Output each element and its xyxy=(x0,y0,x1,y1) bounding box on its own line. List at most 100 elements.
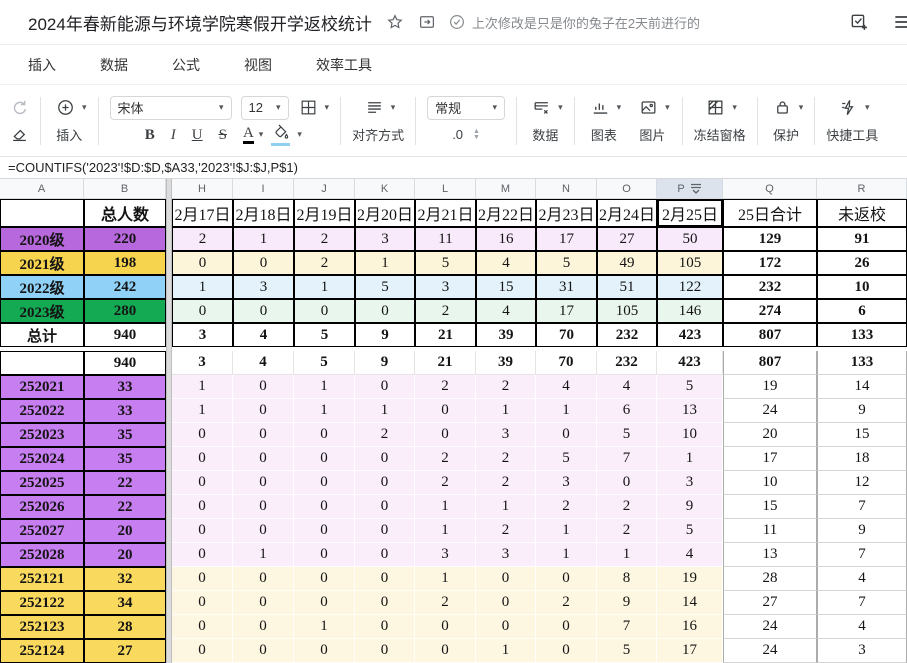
cell-total[interactable]: 33 xyxy=(84,399,166,423)
cell-sum[interactable]: 20 xyxy=(723,423,817,447)
cell-not-returned-header[interactable]: 未返校 xyxy=(817,199,907,227)
cell-value[interactable]: 0 xyxy=(536,567,597,591)
cell-value[interactable]: 0 xyxy=(355,615,415,639)
cell-value[interactable]: 16 xyxy=(476,227,536,251)
cell-value[interactable]: 0 xyxy=(233,251,294,275)
cell-value[interactable]: 2 xyxy=(355,423,415,447)
cell-value[interactable]: 2 xyxy=(294,251,355,275)
menu-formulas[interactable]: 公式 xyxy=(172,55,200,75)
formula-bar[interactable]: =COUNTIFS('2023'!$D:$D,$A33,'2023'!$J:$J… xyxy=(0,157,907,179)
cell-value[interactable]: 2 xyxy=(294,227,355,251)
cell-value[interactable]: 1 xyxy=(294,375,355,399)
fill-color-icon[interactable] xyxy=(271,123,290,146)
cell-date-header[interactable]: 2月24日 xyxy=(597,199,657,227)
cell-value[interactable]: 0 xyxy=(476,567,536,591)
cell-value[interactable]: 2 xyxy=(476,519,536,543)
cell-value[interactable]: 39 xyxy=(476,351,536,375)
freeze-panes-icon[interactable] xyxy=(706,98,725,117)
cell-value[interactable]: 0 xyxy=(536,615,597,639)
cell-value[interactable]: 1 xyxy=(355,399,415,423)
cell-sum[interactable]: 24 xyxy=(723,615,817,639)
cell-value[interactable]: 5 xyxy=(355,275,415,299)
cell-value[interactable]: 1 xyxy=(172,275,233,299)
cell-value[interactable]: 0 xyxy=(172,423,233,447)
cell-value[interactable]: 2 xyxy=(415,375,476,399)
cell-value[interactable]: 0 xyxy=(294,423,355,447)
cell-value[interactable]: 0 xyxy=(233,299,294,323)
cell-value[interactable]: 105 xyxy=(657,251,723,275)
cell-value[interactable]: 0 xyxy=(294,299,355,323)
cell-value[interactable]: 3 xyxy=(415,275,476,299)
cell-sum[interactable]: 24 xyxy=(723,639,817,663)
cell-value[interactable]: 5 xyxy=(536,251,597,275)
cell-value[interactable]: 4 xyxy=(597,375,657,399)
image-label[interactable]: 图片 xyxy=(639,123,665,147)
cell-value[interactable]: 4 xyxy=(476,299,536,323)
font-size-select[interactable]: 12▾ xyxy=(241,96,289,120)
cell-not-returned[interactable]: 3 xyxy=(817,639,907,663)
cell-not-returned[interactable]: 18 xyxy=(817,447,907,471)
cell-value[interactable]: 3 xyxy=(172,351,233,375)
image-icon[interactable] xyxy=(639,98,658,117)
cell-class-label[interactable]: 2021级 xyxy=(0,251,84,275)
column-header-B[interactable]: B xyxy=(84,179,166,199)
column-header-N[interactable]: N xyxy=(536,179,597,199)
cell-value[interactable]: 1 xyxy=(355,251,415,275)
strikethrough-button[interactable]: S xyxy=(219,125,227,145)
cell-value[interactable]: 2 xyxy=(476,471,536,495)
cell-value[interactable]: 1 xyxy=(597,543,657,567)
cell-value[interactable]: 2 xyxy=(476,447,536,471)
cell-not-returned[interactable]: 6 xyxy=(817,299,907,323)
cell-sum[interactable]: 10 xyxy=(723,471,817,495)
chevron-down-icon[interactable]: ▾ xyxy=(325,102,330,113)
cell-value[interactable]: 0 xyxy=(294,519,355,543)
cell-value[interactable]: 5 xyxy=(657,519,723,543)
column-header-Q[interactable]: Q xyxy=(723,179,817,199)
cell-sum[interactable]: 27 xyxy=(723,591,817,615)
chevron-down-icon[interactable]: ▾ xyxy=(259,129,264,140)
cell-value[interactable]: 105 xyxy=(597,299,657,323)
cell-total[interactable]: 242 xyxy=(84,275,166,299)
cell-class-label[interactable]: 252027 xyxy=(0,519,84,543)
cell-value[interactable]: 17 xyxy=(657,639,723,663)
cell-value[interactable]: 2 xyxy=(597,519,657,543)
cell-date-header[interactable]: 2月19日 xyxy=(294,199,355,227)
cell-value[interactable]: 0 xyxy=(172,495,233,519)
menu-data[interactable]: 数据 xyxy=(100,55,128,75)
cell-value[interactable]: 0 xyxy=(355,375,415,399)
cell-total[interactable]: 20 xyxy=(84,543,166,567)
cell-value[interactable]: 1 xyxy=(294,275,355,299)
cell-value[interactable]: 1 xyxy=(233,227,294,251)
cell-value[interactable]: 0 xyxy=(355,543,415,567)
cell-value[interactable]: 0 xyxy=(294,591,355,615)
cell-class-label[interactable]: 252028 xyxy=(0,543,84,567)
cell-class-label[interactable]: 252124 xyxy=(0,639,84,663)
cell-not-returned[interactable]: 4 xyxy=(817,615,907,639)
font-family-select[interactable]: 宋体▾ xyxy=(110,96,232,120)
cell-date-header[interactable]: 2月20日 xyxy=(355,199,415,227)
chevron-down-icon[interactable]: ▾ xyxy=(82,102,87,113)
selected-cell[interactable]: 2月25日 xyxy=(657,199,723,227)
cell-value[interactable]: 3 xyxy=(415,543,476,567)
cell-value[interactable]: 122 xyxy=(657,275,723,299)
cell-value[interactable]: 6 xyxy=(597,399,657,423)
cell-value[interactable]: 5 xyxy=(597,639,657,663)
cell-date-header[interactable]: 2月18日 xyxy=(233,199,294,227)
cell-date-header[interactable]: 2月21日 xyxy=(415,199,476,227)
cell-class-label[interactable]: 2022级 xyxy=(0,275,84,299)
cell-class-label[interactable]: 252025 xyxy=(0,471,84,495)
cell-value[interactable]: 0 xyxy=(355,299,415,323)
align-label[interactable]: 对齐方式 xyxy=(352,123,404,147)
freeze-label[interactable]: 冻结窗格 xyxy=(694,123,746,147)
column-header-K[interactable]: K xyxy=(355,179,415,199)
cell-value[interactable]: 17 xyxy=(536,299,597,323)
menu-insert[interactable]: 插入 xyxy=(28,55,56,75)
cell-value[interactable]: 49 xyxy=(597,251,657,275)
cell-value[interactable]: 1 xyxy=(536,543,597,567)
chevron-down-icon[interactable]: ▾ xyxy=(391,102,396,113)
cell-not-returned[interactable]: 4 xyxy=(817,567,907,591)
cell-value[interactable]: 0 xyxy=(355,447,415,471)
column-header-A[interactable]: A xyxy=(0,179,84,199)
cell-value[interactable]: 2 xyxy=(415,591,476,615)
column-header-I[interactable]: I xyxy=(233,179,294,199)
